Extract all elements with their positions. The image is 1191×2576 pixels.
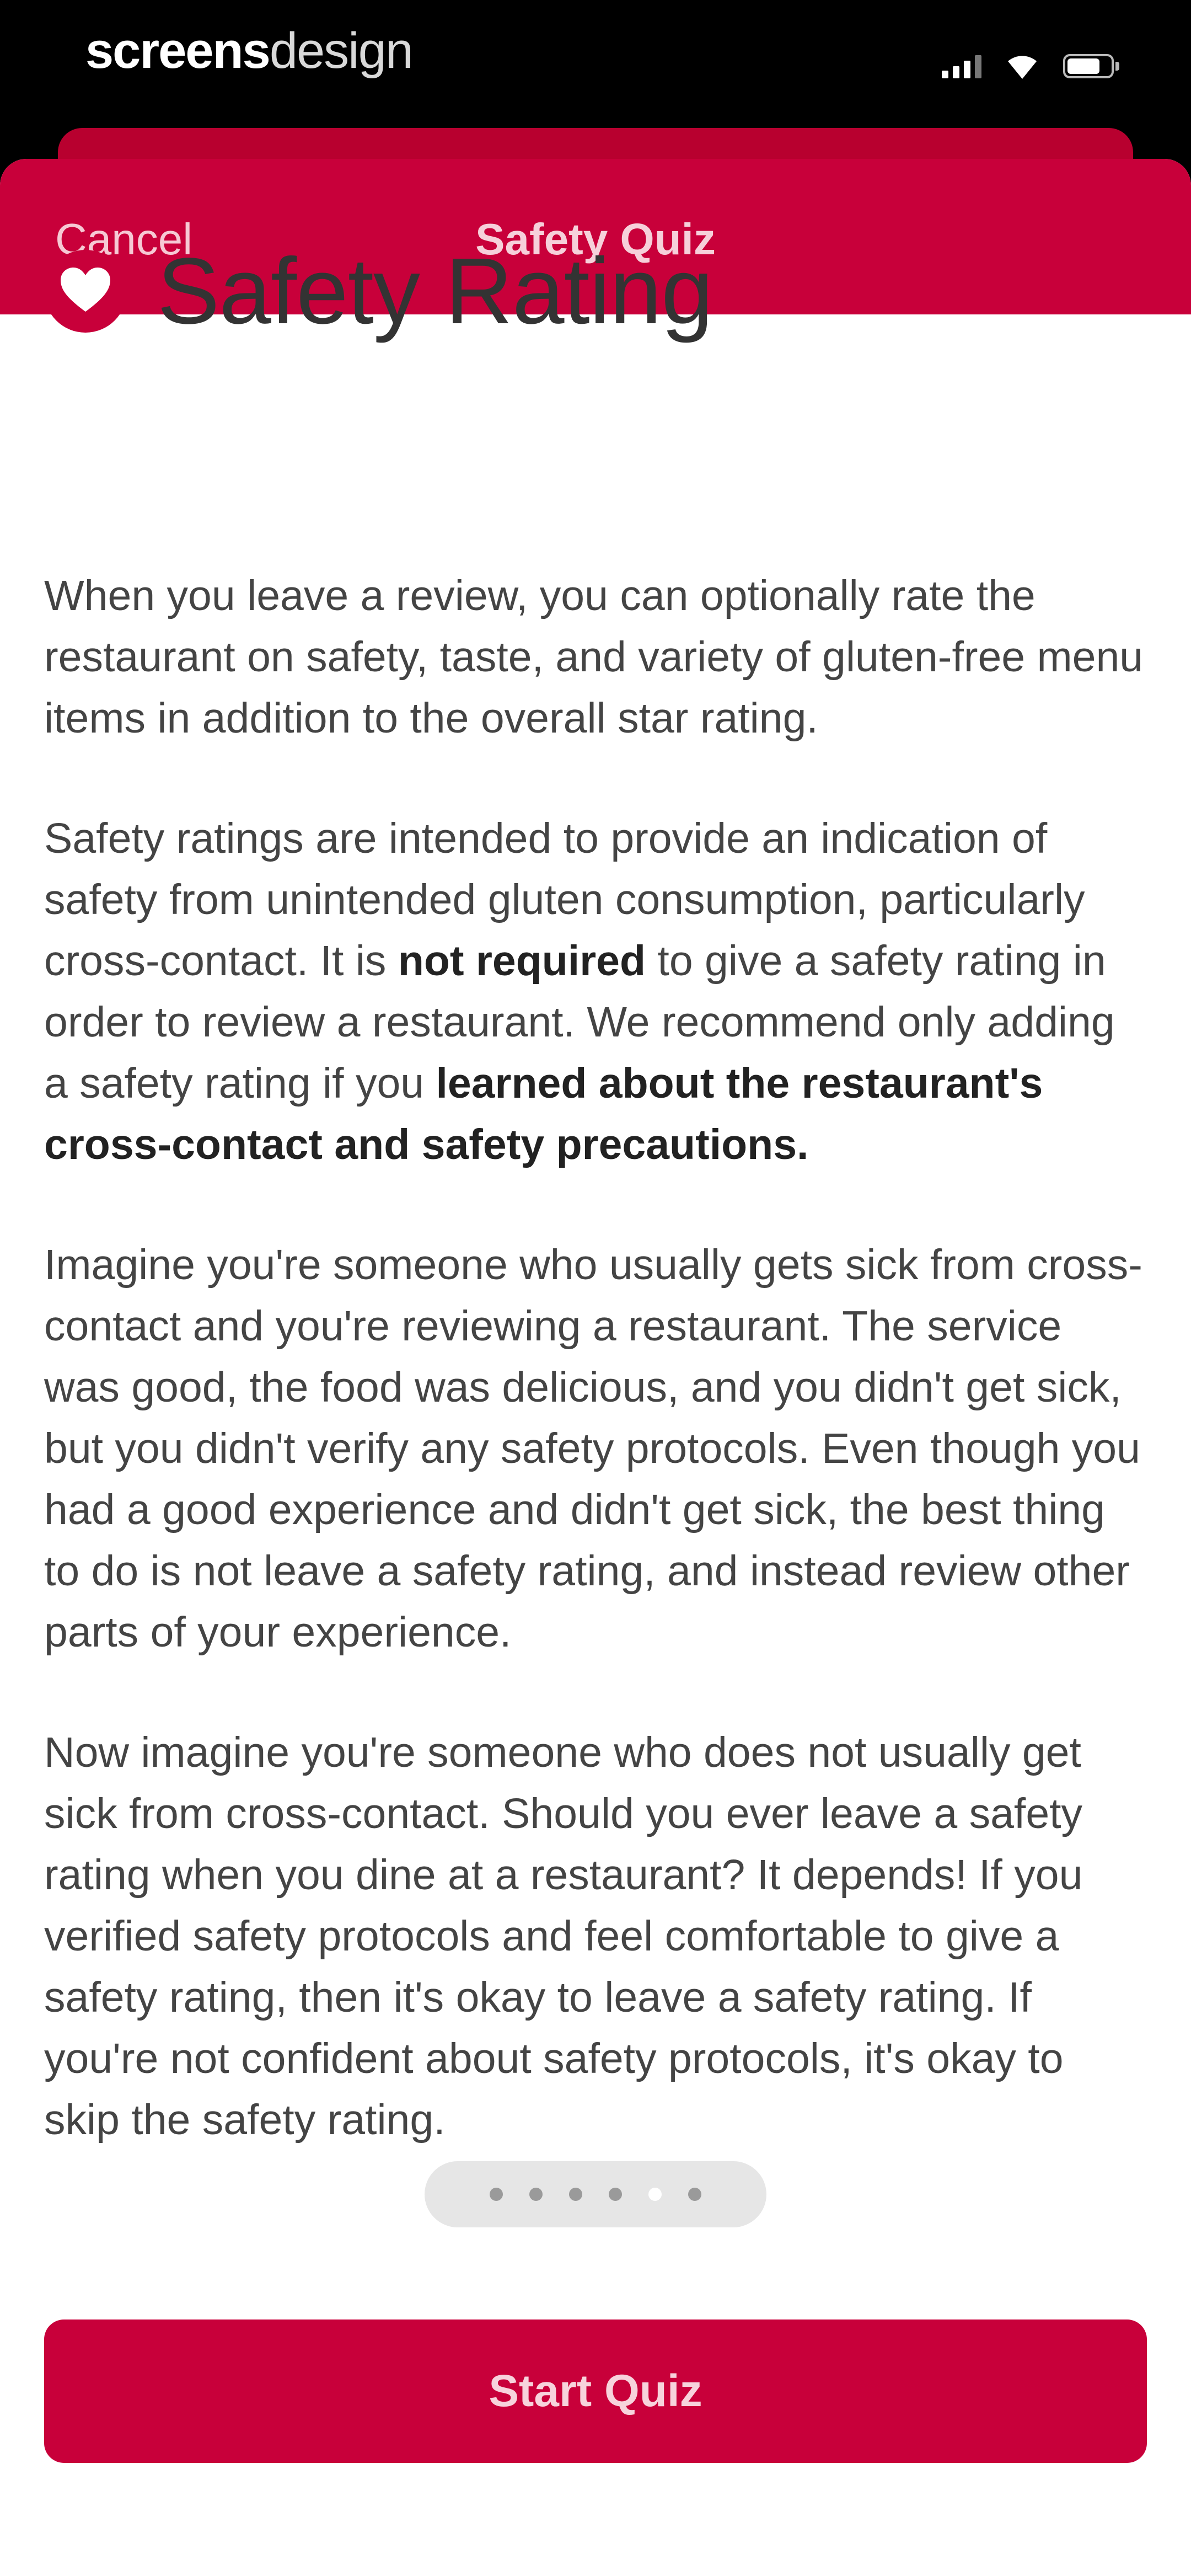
body-text: When you leave a review, you can optiona… (44, 565, 1147, 2270)
heart-icon (44, 250, 127, 333)
paragraph-safety-ratings: Safety ratings are intended to provide a… (44, 808, 1147, 1175)
page-dot[interactable] (569, 2188, 582, 2201)
status-icons (942, 50, 1119, 83)
page-dot[interactable] (529, 2188, 543, 2201)
watermark-light: design (269, 23, 414, 79)
watermark-bold: screens (85, 23, 271, 79)
battery-icon (1063, 54, 1119, 78)
paragraph-intro: When you leave a review, you can optiona… (44, 572, 1144, 742)
start-quiz-button[interactable]: Start Quiz (44, 2320, 1147, 2463)
paragraph-example-non-sensitive: Now imagine you're someone who does not … (44, 1729, 1083, 2144)
page-dot[interactable] (648, 2188, 662, 2201)
page-dot[interactable] (688, 2188, 701, 2201)
heading-row: Safety Rating (44, 237, 713, 345)
page-title: Safety Rating (157, 239, 713, 344)
page-dot[interactable] (609, 2188, 622, 2201)
signal-icon (942, 54, 981, 78)
app-screen: screensdesign Safety Quiz Cancel Safety … (0, 0, 1191, 2576)
wifi-icon (1008, 56, 1037, 79)
status-bar: screensdesign (0, 0, 1191, 132)
emphasis-text: not required (398, 937, 646, 985)
paragraph-example-sensitive: Imagine you're someone who usually gets … (44, 1241, 1142, 1656)
page-indicator[interactable] (425, 2161, 766, 2227)
page-dot[interactable] (490, 2188, 503, 2201)
watermark: screensdesign (85, 22, 414, 80)
